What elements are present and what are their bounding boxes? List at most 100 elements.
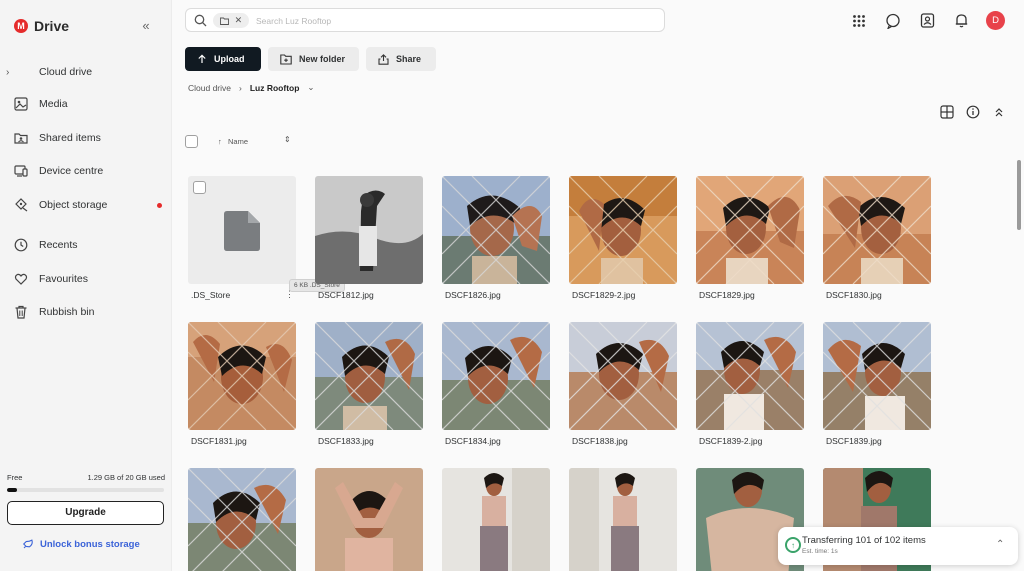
sidebar-item-recents[interactable]: Recents [0, 233, 172, 257]
new-folder-label: New folder [299, 54, 346, 64]
chat-icon[interactable] [884, 12, 902, 30]
new-folder-icon [280, 53, 292, 65]
file-name[interactable]: DSCF1829-2.jpg [572, 290, 635, 300]
media-icon [14, 97, 28, 111]
photo-thumbnail[interactable] [315, 176, 423, 284]
list-header: ↑ Name ⇕ [185, 135, 291, 148]
rocket-icon [22, 539, 33, 549]
notifications-bell-icon[interactable] [952, 12, 970, 30]
photo-thumbnail[interactable] [823, 322, 931, 430]
sidebar-item-shared-items[interactable]: Shared items [0, 126, 172, 150]
upload-button[interactable]: Upload [185, 47, 261, 71]
file-name[interactable]: DSCF1834.jpg [445, 436, 501, 446]
file-name[interactable]: .DS_Store [191, 290, 230, 300]
file-name[interactable]: DSCF1839.jpg [826, 436, 882, 446]
search-bar[interactable]: ✕ [185, 8, 665, 32]
sidebar-item-cloud-drive[interactable]: › Cloud drive [0, 60, 172, 84]
photo-thumbnail[interactable] [315, 468, 423, 571]
photo-thumbnail[interactable] [569, 176, 677, 284]
info-icon[interactable] [965, 104, 981, 120]
cloud-drive-icon [14, 65, 28, 79]
file-name[interactable]: DSCF1812.jpg [318, 290, 374, 300]
upload-label: Upload [214, 54, 245, 64]
select-all-checkbox[interactable] [185, 135, 198, 148]
brand-name: Drive [34, 18, 70, 34]
sidebar-item-label: Object storage [39, 199, 108, 211]
notification-dot [157, 202, 162, 208]
share-button[interactable]: Share [366, 47, 436, 71]
file-name[interactable]: DSCF1833.jpg [318, 436, 374, 446]
file-name[interactable]: DSCF1826.jpg [445, 290, 501, 300]
view-controls [939, 104, 1007, 120]
chevron-right-icon: › [239, 82, 242, 93]
grid-view-icon[interactable] [939, 104, 955, 120]
file-name[interactable]: DSCF1839-2.jpg [699, 436, 762, 446]
sort-toggle-icon[interactable]: ⇕ [284, 135, 291, 144]
new-folder-button[interactable]: New folder [268, 47, 359, 71]
photo-thumbnail[interactable] [569, 468, 677, 571]
photo-thumbnail[interactable] [315, 322, 423, 430]
sidebar-item-object-storage[interactable]: Object storage [0, 193, 172, 217]
search-icon [194, 14, 207, 27]
file-name[interactable]: DSCF1838.jpg [572, 436, 628, 446]
storage-bar [7, 488, 164, 492]
storage-plan: Free [7, 473, 23, 482]
file-name[interactable]: DSCF1831.jpg [191, 436, 247, 446]
favourites-icon [14, 273, 28, 285]
photo-thumbnail[interactable] [442, 468, 550, 571]
transfer-toast[interactable]: ↑ Transferring 101 of 102 items Est. tim… [778, 527, 1018, 565]
sidebar-item-device-centre[interactable]: Device centre [0, 159, 172, 183]
recents-icon [14, 238, 28, 252]
share-icon [378, 53, 389, 65]
sidebar-item-label: Rubbish bin [39, 306, 95, 318]
chevron-down-icon[interactable]: ⌄ [307, 82, 314, 93]
folder-scope-chip[interactable]: ✕ [213, 13, 249, 28]
brand[interactable]: M Drive [14, 18, 69, 34]
chevron-up-icon[interactable]: ⌃ [996, 539, 1004, 550]
storage-used: 1.29 GB of 20 GB used [87, 473, 165, 482]
photo-thumbnail[interactable] [569, 322, 677, 430]
sort-by-name[interactable]: ↑ Name [218, 137, 248, 146]
photo-thumbnail[interactable] [442, 322, 550, 430]
sidebar-item-label: Device centre [39, 165, 104, 177]
avatar[interactable]: D [986, 11, 1005, 30]
scrollbar[interactable] [1017, 160, 1021, 230]
sidebar-item-rubbish-bin[interactable]: Rubbish bin [0, 300, 172, 324]
file-tile-ds-store[interactable] [188, 176, 296, 284]
sidebar-item-label: Cloud drive [39, 66, 93, 78]
sidebar-item-favourites[interactable]: Favourites [0, 267, 172, 291]
photo-thumbnail[interactable] [696, 176, 804, 284]
breadcrumb-root[interactable]: Cloud drive [188, 83, 231, 93]
breadcrumb: Cloud drive › Luz Rooftop ⌄ [188, 82, 315, 93]
photo-thumbnail[interactable] [188, 322, 296, 430]
device-centre-icon [14, 165, 28, 177]
search-input[interactable] [256, 13, 646, 28]
photo-thumbnail[interactable] [696, 322, 804, 430]
apps-grid-icon[interactable] [850, 12, 868, 30]
sidebar-item-label: Favourites [39, 273, 89, 285]
arrow-up-icon [198, 54, 206, 63]
top-icons: D [850, 11, 1005, 30]
collapse-up-icon[interactable] [991, 104, 1007, 120]
file-checkbox[interactable] [193, 181, 206, 194]
upgrade-button[interactable]: Upgrade [7, 501, 164, 525]
file-name[interactable]: DSCF1830.jpg [826, 290, 882, 300]
photo-thumbnail[interactable] [442, 176, 550, 284]
contacts-icon[interactable] [918, 12, 936, 30]
sidebar-item-media[interactable]: Media [0, 92, 172, 116]
bonus-label: Unlock bonus storage [40, 538, 140, 550]
mega-logo-icon: M [14, 19, 28, 33]
chevron-right-icon[interactable]: › [6, 67, 9, 78]
rubbish-bin-icon [15, 305, 27, 319]
shared-items-icon [14, 133, 28, 144]
transfer-progress-icon: ↑ [785, 537, 801, 553]
photo-thumbnail[interactable] [188, 468, 296, 571]
file-name[interactable]: DSCF1829.jpg [699, 290, 755, 300]
transfer-title: Transferring 101 of 102 items [802, 535, 926, 546]
photo-thumbnail[interactable] [823, 176, 931, 284]
close-icon[interactable]: ✕ [235, 15, 243, 26]
generic-file-icon [224, 211, 260, 251]
breadcrumb-current[interactable]: Luz Rooftop [250, 83, 300, 93]
unlock-bonus-storage-link[interactable]: Unlock bonus storage [22, 538, 140, 550]
double-chevron-left-icon[interactable]: « [139, 19, 153, 33]
